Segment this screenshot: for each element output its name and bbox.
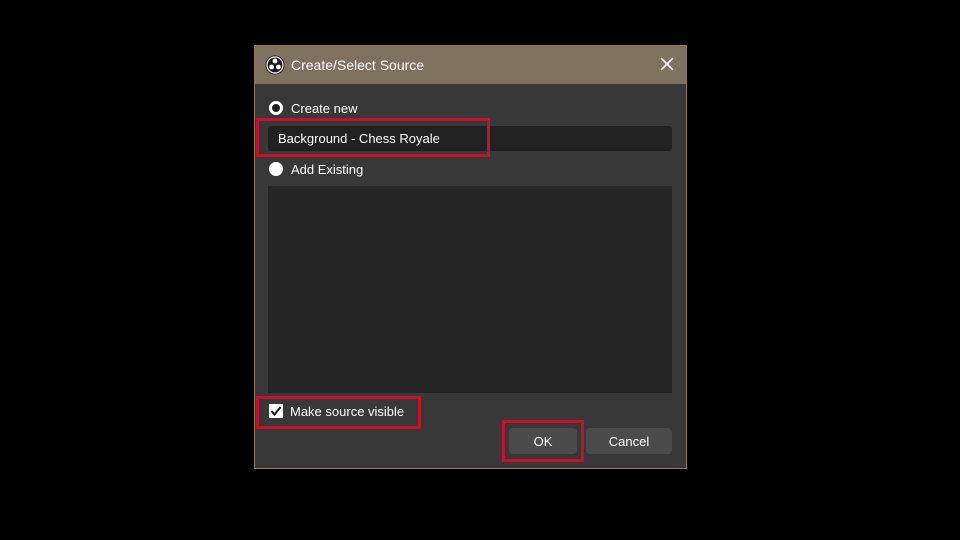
cancel-button[interactable]: Cancel bbox=[586, 428, 672, 454]
add-existing-label: Add Existing bbox=[291, 161, 364, 177]
add-existing-option[interactable]: Add Existing bbox=[269, 160, 363, 178]
create-select-source-dialog: Create/Select Source Create new Add Exis… bbox=[254, 45, 687, 469]
make-visible-option[interactable]: Make source visible bbox=[269, 402, 404, 420]
make-visible-checkbox[interactable] bbox=[269, 404, 283, 418]
create-new-option[interactable]: Create new bbox=[269, 99, 357, 117]
create-new-label: Create new bbox=[291, 100, 358, 116]
existing-sources-list[interactable] bbox=[268, 186, 672, 393]
obs-logo-icon bbox=[265, 55, 285, 75]
close-icon[interactable] bbox=[658, 55, 676, 73]
ok-button[interactable]: OK bbox=[509, 428, 577, 454]
create-new-radio[interactable] bbox=[269, 101, 283, 115]
dialog-title: Create/Select Source bbox=[291, 57, 425, 73]
dialog-titlebar: Create/Select Source bbox=[255, 46, 686, 84]
source-name-input[interactable] bbox=[268, 126, 672, 151]
checkmark-icon bbox=[270, 406, 282, 417]
add-existing-radio[interactable] bbox=[269, 162, 283, 176]
make-visible-label: Make source visible bbox=[290, 403, 405, 419]
